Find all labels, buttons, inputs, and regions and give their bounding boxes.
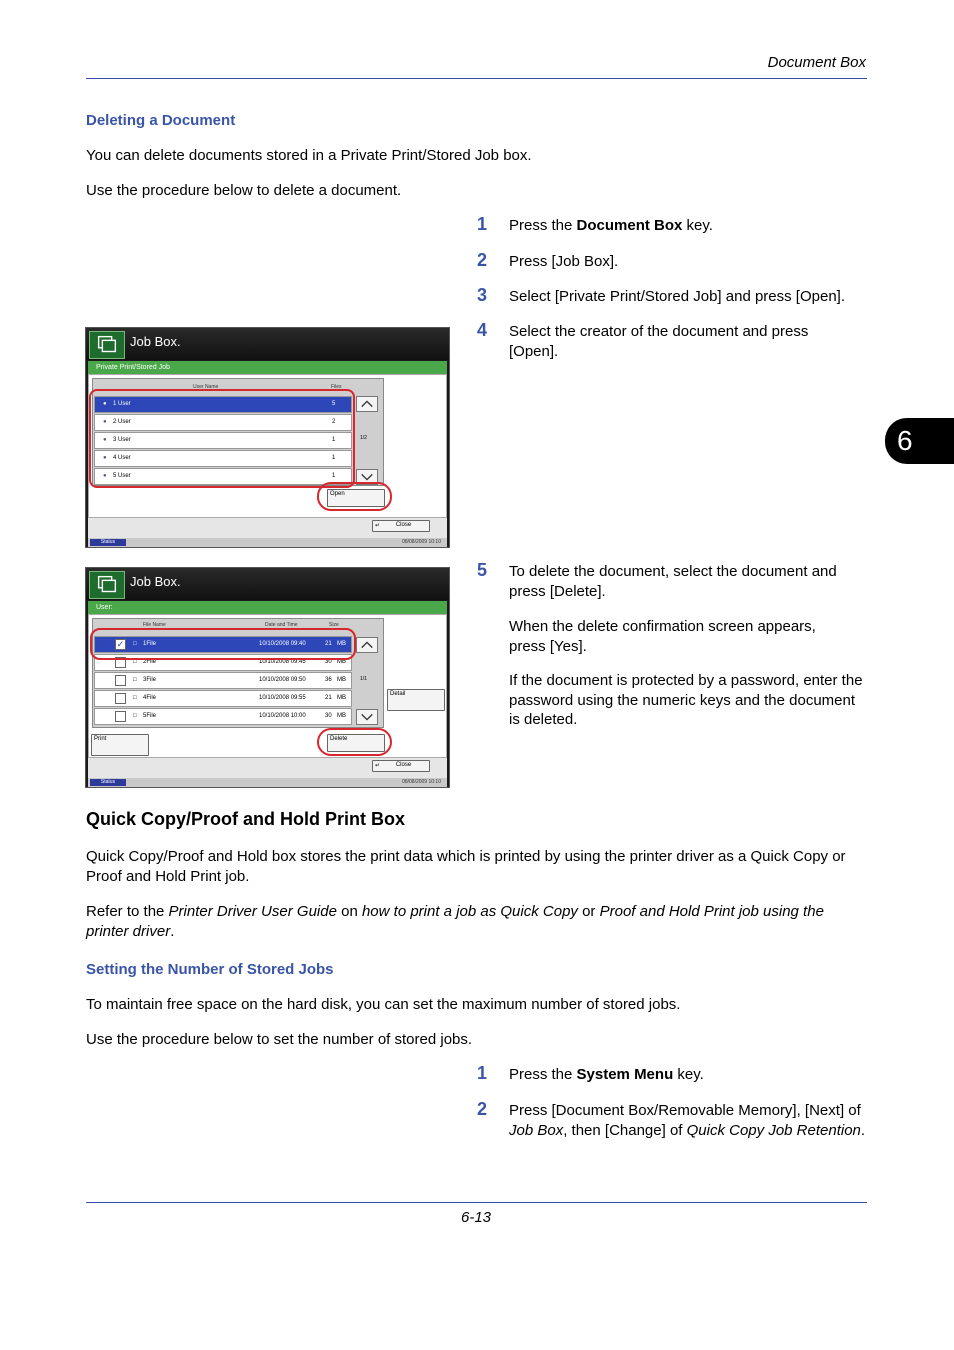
chevron-up-icon [361, 400, 373, 408]
row-file-name: 5File [143, 713, 157, 719]
step-number: 4 [477, 320, 488, 340]
screen-title: Job Box. [130, 574, 181, 589]
status-bar: Status 08/08/2009 10:10 [88, 778, 447, 787]
page-indicator: 1/2 [360, 435, 367, 441]
section-title-setting: Setting the Number of Stored Jobs [86, 961, 334, 978]
section-title-deleting: Deleting a Document [86, 112, 236, 129]
step-number: 5 [477, 560, 488, 580]
step-number: 2 [477, 1099, 488, 1119]
return-icon: ↵ [375, 523, 381, 529]
highlight-ring-row [90, 628, 356, 660]
status-bar: Status 08/08/2009 10:10 [88, 538, 447, 547]
job-box-icon [89, 571, 125, 599]
section-heading-quick-copy: Quick Copy/Proof and Hold Print Box [86, 809, 406, 829]
return-icon: ↵ [375, 763, 381, 769]
table-row[interactable]: □ 3File 10/10/2008 09:50 36 MB [94, 672, 352, 689]
running-header: Document Box [767, 54, 866, 71]
row-size: 36 [325, 677, 332, 683]
step-number: 3 [477, 285, 488, 305]
step-note: If the document is protected by a passwo… [509, 672, 863, 728]
status-button[interactable]: Status [90, 539, 126, 546]
file-icon: □ [133, 695, 137, 701]
checkbox[interactable] [115, 711, 126, 722]
step-text: Select the creator of the document and p… [509, 323, 809, 360]
checkbox[interactable] [115, 693, 126, 704]
header-rule [86, 78, 867, 79]
highlight-ring-delete [317, 728, 392, 756]
row-size: 30 [325, 713, 332, 719]
row-size: 21 [325, 695, 332, 701]
checkbox[interactable] [115, 675, 126, 686]
row-file-name: 4File [143, 695, 157, 701]
scroll-down-button[interactable] [356, 709, 378, 725]
step-number: 1 [477, 214, 488, 234]
step-text: Select [Private Print/Stored Job] and pr… [509, 288, 846, 305]
chevron-up-icon [361, 641, 373, 649]
table-row[interactable]: □ 4File 10/10/2008 09:55 21 MB [94, 690, 352, 707]
step-number: 2 [477, 250, 488, 270]
screen-bar: User: [88, 601, 447, 614]
step-text: Press [Document Box/Removable Memory], [… [509, 1102, 866, 1139]
close-label: Close [395, 522, 412, 528]
close-button[interactable]: ↵ Close [372, 760, 430, 772]
setting-intro: To maintain free space on the hard disk,… [86, 996, 681, 1013]
highlight-ring-list [89, 389, 355, 488]
screenshot-job-box-files: Job Box. User: File Name Date and Time S… [85, 567, 450, 788]
step-note: When the delete confirmation screen appe… [509, 618, 816, 655]
screen-body: User: File Name Date and Time Size ✓ □ 1… [88, 601, 447, 787]
step-text: Press [Job Box]. [509, 253, 619, 270]
status-datetime: 08/08/2009 10:10 [402, 779, 441, 785]
quick-copy-description: Quick Copy/Proof and Hold box stores the… [86, 848, 846, 885]
screen-body: Private Print/Stored Job User Name Files… [88, 361, 447, 547]
file-icon: □ [133, 677, 137, 683]
row-size-unit: MB [337, 713, 346, 719]
page-number: 6-13 [461, 1209, 492, 1226]
highlight-ring-open [317, 482, 392, 511]
step-number: 1 [477, 1063, 488, 1083]
job-box-icon [89, 331, 125, 359]
detail-button[interactable]: Detail [387, 689, 445, 711]
row-size-unit: MB [337, 677, 346, 683]
deleting-procedure-note: Use the procedure below to delete a docu… [86, 182, 402, 199]
row-date: 10/10/2008 09:55 [259, 695, 306, 701]
page-indicator: 1/1 [360, 676, 367, 682]
close-button[interactable]: ↵ Close [372, 520, 430, 532]
close-label: Close [395, 762, 412, 768]
scroll-up-button[interactable] [356, 637, 378, 653]
screen-bar: Private Print/Stored Job [88, 361, 447, 374]
scroll-up-button[interactable] [356, 396, 378, 412]
row-size-unit: MB [337, 695, 346, 701]
chevron-down-icon [361, 713, 373, 721]
step-text: Press the Document Box key. [509, 217, 713, 234]
file-icon: □ [133, 713, 137, 719]
step-text: Press the System Menu key. [509, 1066, 704, 1083]
chapter-tab: 6 [885, 418, 954, 464]
step-text: To delete the document, select the docum… [509, 563, 837, 600]
print-button[interactable]: Print [91, 734, 149, 756]
row-date: 10/10/2008 09:50 [259, 677, 306, 683]
setting-procedure-note: Use the procedure below to set the numbe… [86, 1031, 473, 1048]
status-datetime: 08/08/2009 10:10 [402, 539, 441, 545]
screenshot-job-box-users: Job Box. Private Print/Stored Job User N… [85, 327, 450, 548]
footer-rule [86, 1202, 867, 1203]
deleting-intro: You can delete documents stored in a Pri… [86, 147, 532, 164]
quick-copy-reference: Refer to the Printer Driver User Guide o… [86, 903, 824, 940]
table-row[interactable]: □ 5File 10/10/2008 10:00 30 MB [94, 708, 352, 725]
row-file-name: 3File [143, 677, 157, 683]
status-button[interactable]: Status [90, 779, 126, 786]
screen-title: Job Box. [130, 334, 181, 349]
row-date: 10/10/2008 10:00 [259, 713, 306, 719]
